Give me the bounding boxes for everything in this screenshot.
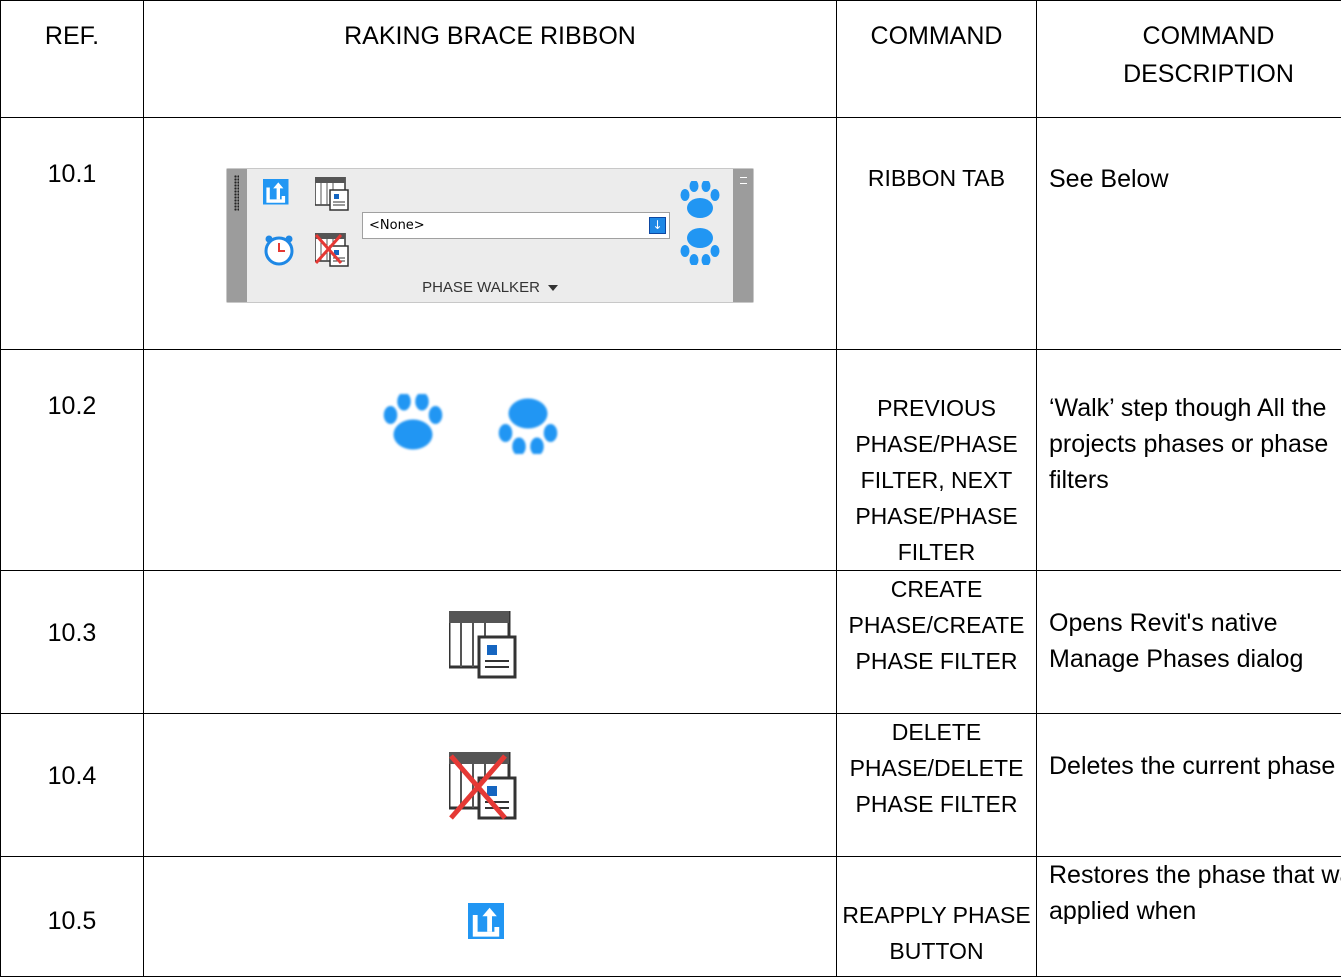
header-ribbon: RAKING BRACE RIBBON <box>144 1 837 118</box>
delete-phase-icon[interactable] <box>315 233 353 271</box>
row-description: Restores the phase that was applied when <box>1037 857 1341 977</box>
row-description: ‘Walk’ step though All the projects phas… <box>1037 350 1341 571</box>
phase-select-value: <None> <box>369 218 425 233</box>
table-row: 10.2 PREVIOUS PHASE/PHASE FILTER, NEXT P… <box>1 350 1341 571</box>
command-table: REF. RAKING BRACE RIBBON COMMAND COMMAND… <box>0 0 1341 977</box>
table-header-row: REF. RAKING BRACE RIBBON COMMAND COMMAND… <box>1 1 1341 118</box>
phase-walker-panel: <None> ↓ PHASE WALKER <box>226 168 754 303</box>
header-ref: REF. <box>1 1 144 118</box>
reapply-phase-icon <box>468 903 504 939</box>
reapply-phase-icon[interactable] <box>263 179 293 209</box>
panel-pin-icon[interactable] <box>740 177 747 184</box>
ribbon-cell <box>144 571 837 714</box>
row-command: DELETE PHASE/DELETE PHASE FILTER <box>837 714 1037 857</box>
header-command: COMMAND <box>837 1 1037 118</box>
row-ref: 10.1 <box>1 118 144 350</box>
row-ref: 10.5 <box>1 857 144 977</box>
paw-previous-icon <box>383 394 445 454</box>
row-command: PREVIOUS PHASE/PHASE FILTER, NEXT PHASE/… <box>837 350 1037 571</box>
row-description: See Below <box>1037 118 1341 350</box>
header-description: COMMAND DESCRIPTION <box>1037 1 1341 118</box>
create-phase-icon[interactable] <box>315 177 353 215</box>
table-row: 10.1 <None> ↓ <box>1 118 1341 350</box>
ribbon-cell <box>144 350 837 571</box>
dropdown-arrow-icon[interactable]: ↓ <box>649 217 666 234</box>
row-description: Deletes the current phase <box>1037 714 1341 857</box>
panel-grip-right[interactable] <box>733 169 753 302</box>
panel-title[interactable]: PHASE WALKER <box>247 279 733 296</box>
row-ref: 10.3 <box>1 571 144 714</box>
phase-select[interactable]: <None> ↓ <box>362 212 670 239</box>
paw-next-icon <box>498 394 560 454</box>
clock-icon[interactable] <box>263 234 295 266</box>
chevron-down-icon <box>548 285 558 291</box>
paw-previous-icon[interactable] <box>680 181 720 219</box>
ribbon-cell <box>144 714 837 857</box>
create-phase-icon <box>449 611 519 679</box>
panel-title-text: PHASE WALKER <box>422 279 540 296</box>
row-command: CREATE PHASE/CREATE PHASE FILTER <box>837 571 1037 714</box>
paw-next-icon[interactable] <box>680 227 720 265</box>
table-row: 10.5 REAPPLY PHASE BUTTON Restores the p… <box>1 857 1341 977</box>
row-command: REAPPLY PHASE BUTTON <box>837 857 1037 977</box>
row-description: Opens Revit's native Manage Phases dialo… <box>1037 571 1341 714</box>
table-row: 10.3 CREATE PHASE/CREATE PHASE FILTER Op… <box>1 571 1341 714</box>
panel-grip-left[interactable] <box>227 169 247 302</box>
row-command: RIBBON TAB <box>837 118 1037 350</box>
delete-phase-icon <box>449 752 519 822</box>
ribbon-cell: <None> ↓ PHASE WALKER <box>144 118 837 350</box>
ribbon-cell <box>144 857 837 977</box>
row-ref: 10.4 <box>1 714 144 857</box>
row-ref: 10.2 <box>1 350 144 571</box>
table-row: 10.4 DELETE PHASE/DELETE PHASE FILTER De… <box>1 714 1341 857</box>
